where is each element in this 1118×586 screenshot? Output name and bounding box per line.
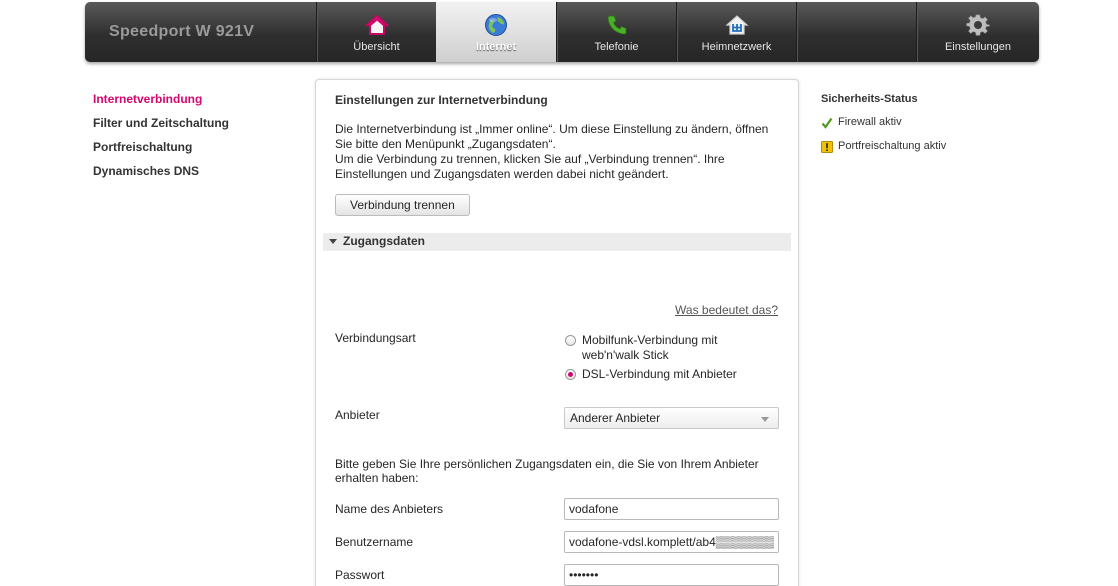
phone-icon <box>607 15 626 35</box>
tab-empty-slot <box>796 2 916 62</box>
intro-line-2: Um die Verbindung zu trennen, klicken Si… <box>335 152 725 181</box>
sidebar-item-dynamisches-dns[interactable]: Dynamisches DNS <box>93 163 229 187</box>
tab-label: Übersicht <box>353 41 400 53</box>
collapse-triangle-icon <box>329 239 337 245</box>
provider-name-label: Name des Anbieters <box>335 502 444 516</box>
top-navigation-bar: Speedport W 921V Übersicht Internet Tele… <box>85 2 1039 62</box>
tab-telefonie[interactable]: Telefonie <box>556 2 676 62</box>
provider-select-value: Anderer Anbieter <box>570 411 661 425</box>
sidebar-item-internetverbindung[interactable]: Internetverbindung <box>93 91 229 115</box>
password-input[interactable] <box>564 564 779 586</box>
tab-einstellungen[interactable]: Einstellungen <box>916 2 1039 62</box>
tab-label: Heimnetzwerk <box>701 41 772 53</box>
username-input[interactable] <box>564 531 779 553</box>
page-title: Einstellungen zur Internetverbindung <box>335 93 548 107</box>
security-item-label: Portfreischaltung aktiv <box>838 140 947 152</box>
radio-mobilfunk[interactable]: Mobilfunk-Verbindung mit web'n'walk Stic… <box>565 333 765 363</box>
house-icon <box>364 14 389 35</box>
sidebar-item-filter-zeitschaltung[interactable]: Filter und Zeitschaltung <box>93 115 229 139</box>
sidebar-menu: Internetverbindung Filter und Zeitschalt… <box>93 91 229 187</box>
warning-icon <box>821 141 833 153</box>
brand-name: Speedport W 921V <box>109 23 255 40</box>
intro-text: Die Internetverbindung ist „Immer online… <box>335 122 785 182</box>
tab-heimnetzwerk[interactable]: Heimnetzwerk <box>676 2 796 62</box>
security-item-portfreischaltung: Portfreischaltung aktiv <box>821 140 946 164</box>
sidebar-item-portfreischaltung[interactable]: Portfreischaltung <box>93 139 229 163</box>
radio-dsl[interactable]: DSL-Verbindung mit Anbieter <box>565 367 765 382</box>
radio-label: DSL-Verbindung mit Anbieter <box>582 367 737 381</box>
intro-line-1: Die Internetverbindung ist „Immer online… <box>335 122 769 151</box>
security-status-title: Sicherheits-Status <box>821 93 918 105</box>
tab-label: Telefonie <box>594 41 639 53</box>
radio-button[interactable] <box>565 335 576 346</box>
globe-icon <box>485 14 507 36</box>
security-item-firewall: Firewall aktiv <box>821 116 946 140</box>
security-status: Sicherheits-Status Firewall aktiv Portfr… <box>821 93 946 164</box>
security-item-label: Firewall aktiv <box>838 116 902 128</box>
chevron-down-icon <box>761 417 769 422</box>
provider-label: Anbieter <box>335 408 380 422</box>
provider-name-input[interactable] <box>564 498 779 520</box>
tab-internet[interactable]: Internet <box>436 2 556 62</box>
section-title: Zugangsdaten <box>343 234 426 248</box>
section-header-zugangsdaten[interactable]: Zugangsdaten <box>323 233 791 251</box>
help-link[interactable]: Was bedeutet das? <box>675 303 778 317</box>
provider-select[interactable]: Anderer Anbieter <box>564 407 779 429</box>
tab-uebersicht[interactable]: Übersicht <box>316 2 436 62</box>
tab-label: Einstellungen <box>944 41 1012 53</box>
gear-icon <box>966 14 990 36</box>
tab-label: Internet <box>475 41 517 53</box>
checkmark-icon <box>821 117 833 129</box>
connection-type-label: Verbindungsart <box>335 331 416 345</box>
username-label: Benutzername <box>335 535 414 549</box>
password-label: Passwort <box>335 568 385 582</box>
radio-label: Mobilfunk-Verbindung mit web'n'walk Stic… <box>582 333 718 362</box>
home-network-icon <box>724 15 749 35</box>
credentials-info-text: Bitte geben Sie Ihre persönlichen Zugang… <box>335 457 759 485</box>
main-panel: Einstellungen zur Internetverbindung Die… <box>315 79 799 586</box>
disconnect-button[interactable]: Verbindung trennen <box>335 194 470 216</box>
radio-button-checked[interactable] <box>565 369 576 380</box>
